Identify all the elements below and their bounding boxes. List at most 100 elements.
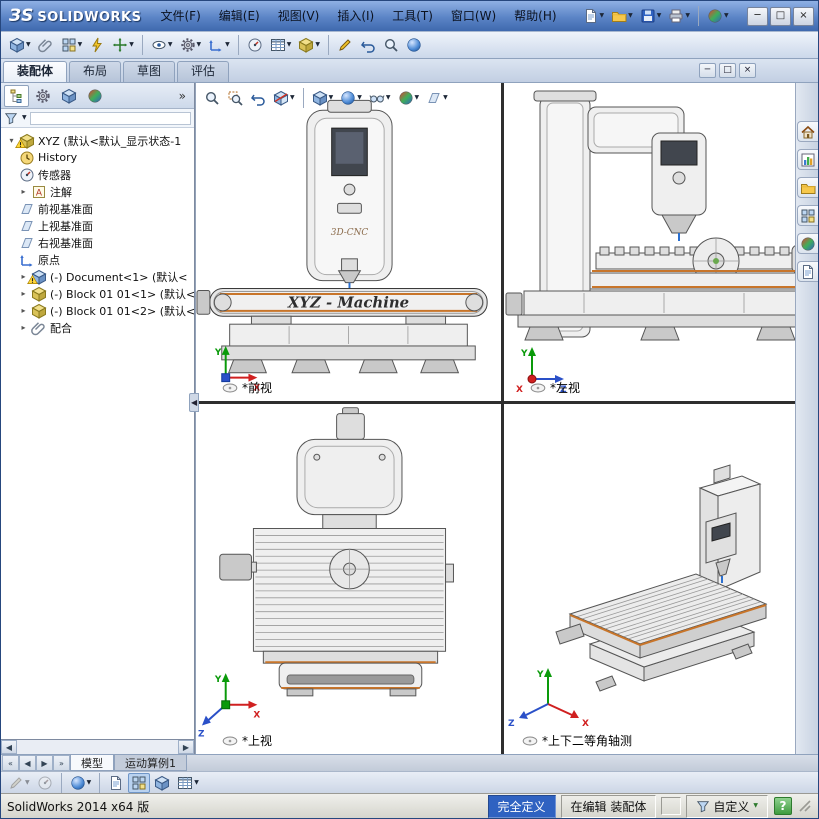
menu-help[interactable]: 帮助(H) — [505, 5, 565, 27]
scroll-left-button[interactable]: ◀ — [1, 740, 17, 754]
tab-motion-study-1[interactable]: 运动算例1 — [114, 755, 187, 771]
tree-expander-icon[interactable]: ▸ — [19, 306, 28, 315]
custom-properties-tab[interactable] — [796, 261, 818, 282]
assembly-features-button[interactable]: ▼ — [177, 33, 205, 57]
mate-button[interactable] — [35, 33, 57, 57]
tab-scroll-last-button[interactable]: » — [53, 755, 70, 771]
display-style-button[interactable]: ▼ — [337, 86, 365, 110]
options-button[interactable]: ▼ — [704, 4, 732, 28]
print-button[interactable]: ▼ — [665, 4, 693, 28]
tab-sketch[interactable]: 草图 — [123, 61, 176, 82]
tab-assembly[interactable]: 装配体 — [3, 61, 68, 82]
featuremanager-tab[interactable] — [4, 84, 29, 107]
tree-item-front-plane[interactable]: 前视基准面 — [3, 200, 194, 217]
component-pattern-button[interactable]: ▼ — [58, 33, 86, 57]
tree-item-sensors[interactable]: 传感器 — [3, 166, 194, 183]
tab-model[interactable]: 模型 — [70, 755, 114, 771]
save-button[interactable]: ▼ — [637, 4, 665, 28]
show-hidden-components-button[interactable]: ▼ — [148, 33, 176, 57]
viewport-vertical-divider[interactable] — [501, 83, 504, 754]
dimxpertmanager-tab[interactable] — [82, 85, 107, 107]
undo-button[interactable] — [357, 33, 379, 57]
appearances-tab[interactable] — [796, 233, 818, 254]
tree-item-mates[interactable]: ▸ 配合 — [3, 319, 194, 336]
scene-button[interactable]: ▼ — [423, 86, 451, 110]
motion-study-button[interactable] — [244, 33, 266, 57]
doc-restore-button[interactable]: □ — [719, 63, 736, 78]
viewport-left[interactable]: Y Z X *左视 — [504, 83, 818, 401]
view-palette-tab[interactable] — [796, 205, 818, 226]
viewport-top[interactable]: Y Z X *上视 — [196, 404, 501, 754]
tree-filter-input[interactable] — [29, 111, 191, 125]
bill-of-materials-button[interactable]: ▼ — [267, 33, 295, 57]
new-document-button[interactable]: ▼ — [580, 4, 608, 28]
four-view-button[interactable] — [128, 772, 151, 793]
tree-item-history[interactable]: History — [3, 149, 194, 166]
tree-expander-icon[interactable]: ▸ — [19, 289, 28, 298]
zoom-tool-button[interactable] — [380, 33, 402, 57]
design-library-tab[interactable] — [796, 149, 818, 170]
propertymanager-tab[interactable] — [30, 85, 55, 107]
tree-item-origin[interactable]: 原点 — [3, 251, 194, 268]
reference-geometry-button[interactable]: ▼ — [205, 33, 233, 57]
tree-expander-icon[interactable]: ▸ — [19, 187, 28, 196]
open-button[interactable]: ▼ — [608, 4, 636, 28]
menu-tools[interactable]: 工具(T) — [383, 5, 442, 27]
sketch-button[interactable] — [334, 33, 356, 57]
table-view-button[interactable]: ▼ — [174, 773, 202, 793]
status-custom-dropdown[interactable]: 自定义 ▼ — [686, 794, 768, 818]
smart-fasteners-button[interactable] — [86, 33, 108, 57]
view-orientation-button[interactable]: ▼ — [309, 86, 337, 110]
view-settings-button[interactable]: ▼ — [67, 773, 95, 793]
tab-layout[interactable]: 布局 — [69, 61, 122, 82]
zoom-area-button[interactable] — [224, 86, 246, 110]
tab-scroll-left-button[interactable]: ◀ — [19, 755, 36, 771]
configurationmanager-tab[interactable] — [56, 85, 81, 107]
zoom-fit-button[interactable] — [201, 86, 223, 110]
hide-show-items-button[interactable]: ▼ — [366, 86, 394, 110]
tree-expander-icon[interactable]: ▸ — [19, 323, 28, 332]
viewport-isometric[interactable]: Y X Z *上下二等角轴测 — [504, 404, 818, 754]
filter-funnel-icon[interactable] — [4, 111, 18, 125]
tree-item-right-plane[interactable]: 右视基准面 — [3, 234, 194, 251]
tree-item-block01-1[interactable]: ▸ (-) Block 01 01<1> (默认< — [3, 285, 194, 302]
graphics-area[interactable]: ▼ ▼ ▼ ▼ ▼ ▼ 3D-CNC XYZ - Machine Y X *前视… — [195, 83, 818, 754]
two-view-button[interactable] — [151, 773, 173, 793]
help-toggle-button[interactable]: ? — [774, 797, 792, 815]
panel-collapse-button[interactable]: ◀ — [189, 393, 200, 412]
resize-grip[interactable] — [798, 799, 812, 813]
tree-item-top-plane[interactable]: 上视基准面 — [3, 217, 194, 234]
appearance-tool-button[interactable] — [403, 33, 425, 57]
viewport-horizontal-divider[interactable] — [196, 401, 818, 404]
previous-view-button[interactable] — [247, 86, 269, 110]
tab-scroll-right-button[interactable]: ▶ — [36, 755, 53, 771]
edit-appearance-button[interactable]: ▼ — [395, 86, 423, 110]
menu-insert[interactable]: 插入(I) — [328, 5, 383, 27]
close-button[interactable]: × — [793, 6, 814, 26]
resources-tab[interactable] — [796, 121, 818, 142]
scroll-right-button[interactable]: ▶ — [178, 740, 194, 754]
menu-view[interactable]: 视图(V) — [269, 5, 329, 27]
single-view-button[interactable] — [105, 773, 127, 793]
tree-item-document1[interactable]: ▸ (-) Document<1> (默认< — [3, 268, 194, 285]
sketch-tool-button[interactable]: ▼ — [5, 773, 33, 793]
doc-minimize-button[interactable]: ─ — [699, 63, 716, 78]
file-explorer-tab[interactable] — [796, 177, 818, 198]
exploded-view-button[interactable]: ▼ — [295, 33, 323, 57]
panel-expand-button[interactable]: » — [174, 89, 191, 103]
menu-file[interactable]: 文件(F) — [152, 5, 210, 27]
section-view-button[interactable]: ▼ — [270, 86, 298, 110]
tab-evaluate[interactable]: 评估 — [177, 61, 230, 82]
doc-close-button[interactable]: × — [739, 63, 756, 78]
tab-scroll-first-button[interactable]: « — [2, 755, 19, 771]
viewport-front[interactable]: 3D-CNC XYZ - Machine Y X *前视 — [196, 83, 501, 401]
insert-component-button[interactable]: ▼ — [6, 33, 34, 57]
tree-item-block01-2[interactable]: ▸ (-) Block 01 01<2> (默认< — [3, 302, 194, 319]
scrollbar-track[interactable] — [17, 740, 178, 754]
menu-edit[interactable]: 编辑(E) — [210, 5, 269, 27]
tree-item-assembly-root[interactable]: ▾ XYZ (默认<默认_显示状态-1 — [3, 132, 194, 149]
dimension-tool-button[interactable] — [34, 773, 56, 793]
tree-item-annotations[interactable]: ▸ 注解 — [3, 183, 194, 200]
move-component-button[interactable]: ▼ — [109, 33, 137, 57]
minimize-button[interactable]: ─ — [747, 6, 768, 26]
